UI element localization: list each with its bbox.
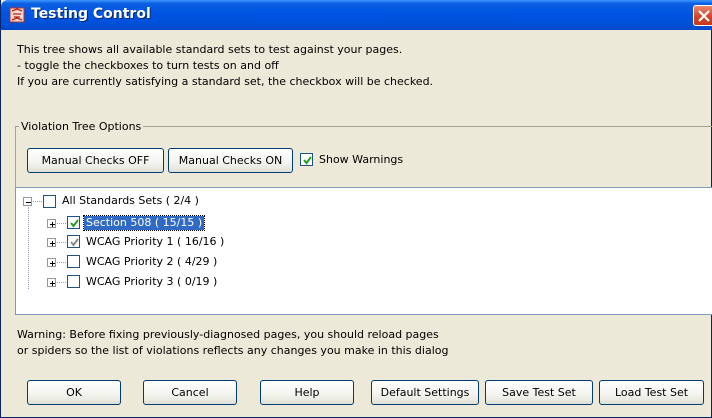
- ok-button[interactable]: OK: [27, 380, 121, 405]
- checkmark-icon: [70, 219, 79, 228]
- tree-checkbox[interactable]: [67, 275, 80, 288]
- title-bar[interactable]: Testing Control: [1, 0, 712, 30]
- tree-root-label[interactable]: All Standards Sets ( 2/4 ): [60, 194, 201, 208]
- expand-icon[interactable]: [47, 219, 56, 228]
- tree-checkbox[interactable]: [67, 216, 80, 229]
- manual-checks-off-button[interactable]: Manual Checks OFF: [27, 148, 164, 173]
- testing-control-dialog: Testing Control This tree shows all avai…: [0, 0, 712, 418]
- description-text: This tree shows all available standard s…: [17, 42, 433, 90]
- collapse-icon[interactable]: [23, 197, 32, 206]
- expand-icon[interactable]: [47, 278, 56, 287]
- tree-checkbox[interactable]: [43, 195, 56, 208]
- tree-node-wcag-priority-1[interactable]: WCAG Priority 1 ( 16/16 ): [84, 235, 226, 249]
- description-line: If you are currently satisfying a standa…: [17, 75, 434, 88]
- save-test-set-button[interactable]: Save Test Set: [485, 380, 593, 405]
- tree-node-section-508[interactable]: Section 508 ( 15/15 ): [82, 215, 206, 231]
- default-settings-button[interactable]: Default Settings: [371, 380, 479, 405]
- tree-node-wcag-priority-2[interactable]: WCAG Priority 2 ( 4/29 ): [84, 255, 219, 269]
- checkmark-icon: [303, 156, 312, 165]
- show-warnings-label: Show Warnings: [319, 153, 404, 166]
- tree-checkbox[interactable]: [67, 235, 80, 248]
- description-line: - toggle the checkboxes to turn tests on…: [17, 59, 279, 72]
- tree-checkbox[interactable]: [67, 255, 80, 268]
- checkmark-icon: [70, 238, 79, 247]
- close-x-icon: [698, 10, 710, 22]
- window-title: Testing Control: [31, 6, 151, 22]
- description-line: This tree shows all available standard s…: [17, 43, 403, 56]
- tree-node-wcag-priority-3[interactable]: WCAG Priority 3 ( 0/19 ): [84, 275, 219, 289]
- ribbon-app-icon: [9, 7, 25, 23]
- expand-icon[interactable]: [47, 238, 56, 247]
- show-warnings-checkbox[interactable]: [300, 153, 313, 166]
- cancel-button[interactable]: Cancel: [143, 380, 237, 405]
- close-button[interactable]: [693, 5, 712, 26]
- expand-icon[interactable]: [47, 258, 56, 267]
- group-legend: Violation Tree Options: [19, 120, 144, 133]
- help-button[interactable]: Help: [260, 380, 354, 405]
- warning-line: or spiders so the list of violations ref…: [17, 344, 449, 357]
- manual-checks-on-button[interactable]: Manual Checks ON: [168, 148, 293, 173]
- warning-text: Warning: Before fixing previously-diagno…: [17, 327, 448, 359]
- warning-line: Warning: Before fixing previously-diagno…: [17, 328, 439, 341]
- load-test-set-button[interactable]: Load Test Set: [599, 380, 704, 405]
- standards-tree[interactable]: All Standards Sets ( 2/4 ) Section 508 (…: [15, 187, 712, 315]
